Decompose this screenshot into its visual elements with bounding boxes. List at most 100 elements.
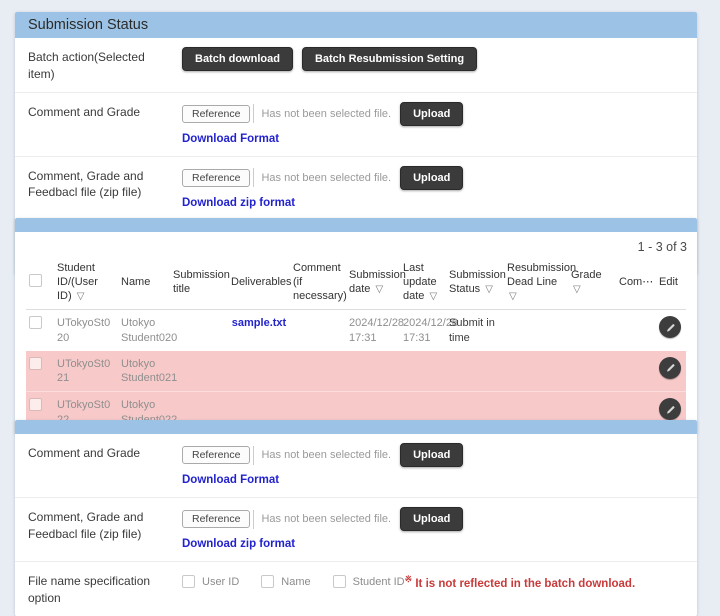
result-range-text: 1 - 3 of 3 (15, 232, 697, 256)
table-panel-header-bar (15, 218, 697, 232)
upload-button[interactable]: Upload (400, 443, 463, 467)
name-cell: Utokyo Student021 (118, 351, 170, 392)
panel-title: Submission Status (15, 12, 697, 38)
no-file-selected-text: Has not been selected file. (261, 513, 391, 525)
filename-option-label: File name specification option (28, 571, 168, 607)
reference-button[interactable]: Reference (182, 105, 250, 123)
student-id-cell: UTokyoSt020 (54, 310, 118, 351)
batch-download-button[interactable]: Batch download (182, 47, 293, 71)
row-checkbox[interactable] (29, 398, 42, 411)
file-input-divider (253, 168, 254, 187)
select-all-checkbox[interactable] (29, 274, 42, 287)
column-deliverables: Deliverables (228, 256, 290, 310)
column-comment: Comment (if necessary) (290, 256, 346, 310)
filename-option-row: File name specification option User ID N… (15, 562, 697, 616)
name-checkbox-label: Name (281, 576, 310, 588)
submissions-table: Student ID/(User ID) ▽ Name Submission t… (26, 256, 686, 433)
batch-resubmission-setting-button[interactable]: Batch Resubmission Setting (302, 47, 477, 71)
submission-date-cell: 2024/12/28 17:31 (346, 310, 400, 351)
user-id-checkbox[interactable] (182, 575, 195, 588)
file-input-divider (253, 446, 254, 465)
no-file-selected-text: Has not been selected file. (261, 449, 391, 461)
upload-button[interactable]: Upload (400, 507, 463, 531)
comment-grade-zip-label: Comment, Grade and Feedbacl file (zip fi… (28, 507, 168, 543)
upload-button[interactable]: Upload (400, 166, 463, 190)
pencil-icon (664, 361, 677, 374)
column-submission-date[interactable]: Submission date ▽ (346, 256, 400, 310)
deliverables-cell (228, 351, 290, 392)
comment-grade-zip-row: Comment, Grade and Feedbacl file (zip fi… (15, 498, 697, 562)
student-id-cell: UTokyoSt021 (54, 351, 118, 392)
table-header-row: Student ID/(User ID) ▽ Name Submission t… (26, 256, 686, 310)
file-input-divider (253, 510, 254, 529)
grade-cell (568, 351, 616, 392)
table-row: UTokyoSt020 Utokyo Student020 sample.txt… (26, 310, 686, 351)
table-row-highlighted: UTokyoSt021 Utokyo Student021 (26, 351, 686, 392)
column-last-update-date[interactable]: Last update date ▽ (400, 256, 446, 310)
reference-button[interactable]: Reference (182, 446, 250, 464)
bottom-panel-header-bar (15, 420, 697, 434)
resubmission-deadline-cell (504, 351, 568, 392)
edit-button[interactable] (659, 357, 681, 379)
sort-icon[interactable]: ▽ (509, 291, 517, 302)
column-submission-status[interactable]: Submission Status ▽ (446, 256, 504, 310)
last-update-date-cell: 2024/12/28 17:31 (400, 310, 446, 351)
comment-grade-zip-label: Comment, Grade and Feedbacl file (zip fi… (28, 166, 168, 202)
name-checkbox[interactable] (261, 575, 274, 588)
comment-grade-row: Comment and Grade Reference Has not been… (15, 93, 697, 157)
sort-icon[interactable]: ▽ (429, 291, 437, 302)
comment-grade-row: Comment and Grade Reference Has not been… (15, 434, 697, 498)
comment-cell (290, 351, 346, 392)
grade-cell (568, 310, 616, 351)
no-file-selected-text: Has not been selected file. (261, 108, 391, 120)
row-checkbox[interactable] (29, 357, 42, 370)
name-cell: Utokyo Student020 (118, 310, 170, 351)
select-all-cell (26, 256, 54, 310)
com-cell (616, 310, 656, 351)
column-edit: Edit (656, 256, 686, 310)
reference-button[interactable]: Reference (182, 169, 250, 187)
column-student-id[interactable]: Student ID/(User ID) ▽ (54, 256, 118, 310)
bottom-upload-panel: Comment and Grade Reference Has not been… (15, 420, 697, 616)
submission-table-panel: 1 - 3 of 3 Student ID/(User ID) ▽ Name S… (15, 218, 697, 433)
submission-title-cell (170, 310, 228, 351)
batch-action-row: Batch action(Selected item) Batch downlo… (15, 38, 697, 93)
column-submission-title: Submission title (170, 256, 228, 310)
last-update-date-cell (400, 351, 446, 392)
column-resubmission-deadline[interactable]: Resubmission Dead Line ▽ (504, 256, 568, 310)
download-zip-format-link[interactable]: Download zip format (182, 197, 295, 209)
note-reference-mark: ※ (405, 574, 413, 584)
column-com-truncated: Com⋯ (616, 256, 656, 310)
pencil-icon (664, 321, 677, 334)
upload-button[interactable]: Upload (400, 102, 463, 126)
batch-action-label: Batch action(Selected item) (28, 47, 168, 83)
student-id-checkbox[interactable] (333, 575, 346, 588)
no-file-selected-text: Has not been selected file. (261, 172, 391, 184)
user-id-checkbox-label: User ID (202, 576, 239, 588)
sort-icon[interactable]: ▽ (573, 284, 581, 295)
comment-grade-zip-row: Comment, Grade and Feedbacl file (zip fi… (15, 157, 697, 221)
edit-button[interactable] (659, 316, 681, 338)
com-cell (616, 351, 656, 392)
comment-grade-label: Comment and Grade (28, 102, 168, 121)
row-checkbox[interactable] (29, 316, 42, 329)
submission-date-cell (346, 351, 400, 392)
comment-grade-label: Comment and Grade (28, 443, 168, 462)
sort-icon[interactable]: ▽ (77, 291, 85, 302)
edit-button[interactable] (659, 398, 681, 420)
batch-download-note: ※ It is not reflected in the batch downl… (405, 574, 636, 590)
column-name: Name (118, 256, 170, 310)
download-zip-format-link[interactable]: Download zip format (182, 538, 295, 550)
file-input-divider (253, 104, 254, 123)
submission-title-cell (170, 351, 228, 392)
deliverable-file-link[interactable]: sample.txt (232, 317, 286, 329)
download-format-link[interactable]: Download Format (182, 474, 279, 486)
reference-button[interactable]: Reference (182, 510, 250, 528)
pencil-icon (664, 403, 677, 416)
submission-status-cell: Submit in time (446, 310, 504, 351)
download-format-link[interactable]: Download Format (182, 133, 279, 145)
student-id-checkbox-label: Student ID (353, 576, 405, 588)
sort-icon[interactable]: ▽ (485, 284, 493, 295)
sort-icon[interactable]: ▽ (375, 284, 383, 295)
resubmission-deadline-cell (504, 310, 568, 351)
